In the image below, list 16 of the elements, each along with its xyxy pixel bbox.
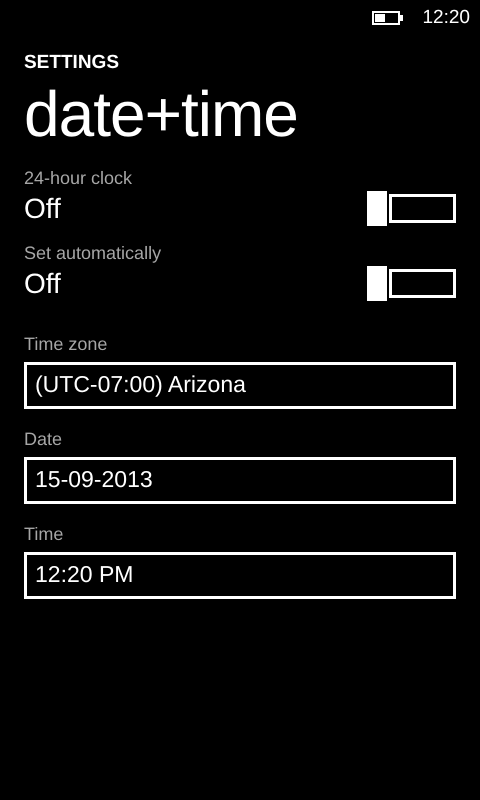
setting-value: Off [24, 192, 61, 226]
battery-icon [372, 11, 404, 25]
input-field[interactable]: 12:20 PM [24, 552, 456, 599]
setting-label: 24-hour clock [24, 168, 132, 189]
field-label: Time [24, 524, 64, 545]
setting-value: Off [24, 267, 61, 301]
status-time: 12:20 [422, 7, 470, 29]
setting-label: Set automatically [24, 243, 162, 264]
toggle-switch[interactable] [367, 266, 456, 301]
field-label: Date [24, 429, 62, 450]
input-field[interactable]: 15-09-2013 [24, 457, 456, 504]
section-title: SETTINGS [24, 52, 120, 74]
page-title: date+time [24, 77, 298, 152]
toggle-switch[interactable] [367, 191, 456, 226]
field-label: Time zone [24, 334, 108, 355]
input-field[interactable]: (UTC-07:00) Arizona [24, 362, 456, 409]
